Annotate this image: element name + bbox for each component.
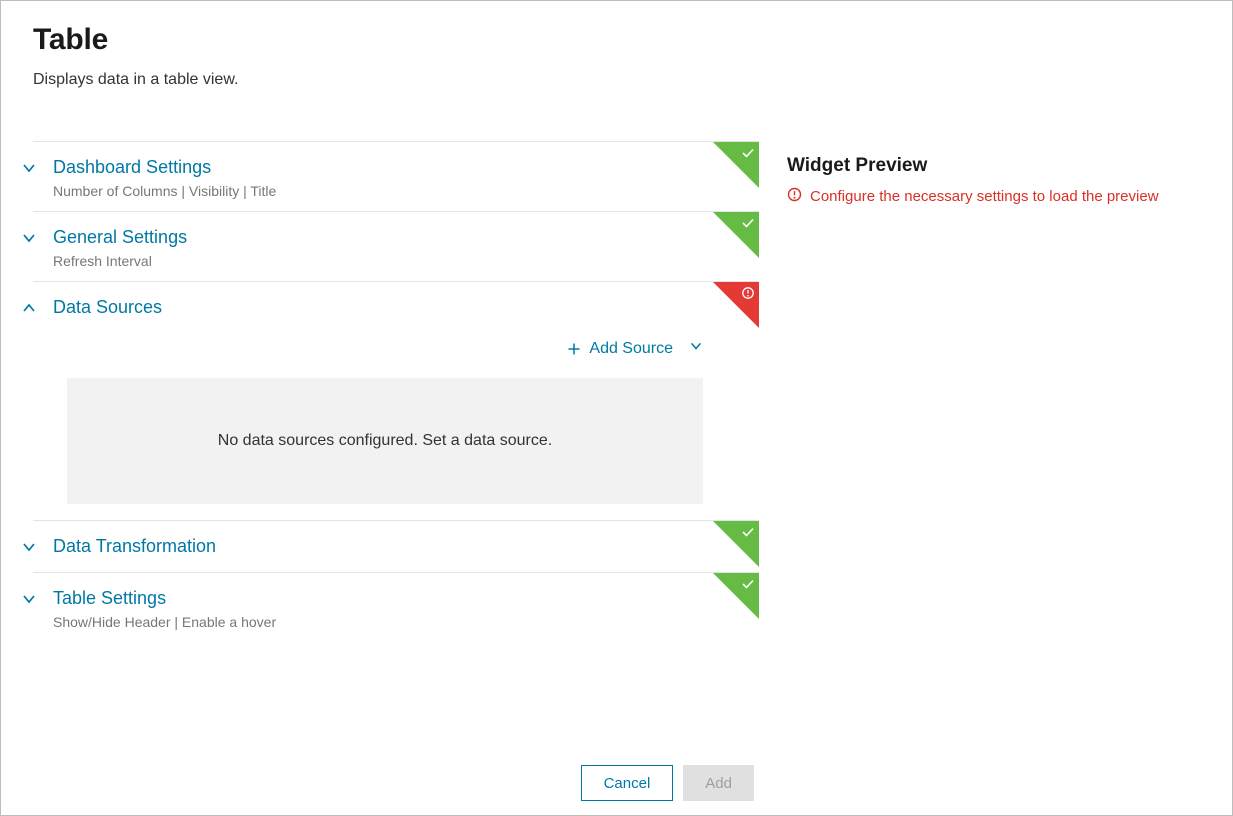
check-icon [741,146,755,160]
widget-preview-title: Widget Preview [787,155,1200,177]
check-icon [741,216,755,230]
section-data-sources: Data Sources Add Source [33,281,759,520]
check-icon [741,577,755,591]
section-title: General Settings [53,224,187,251]
section-data-transformation: Data Transformation [33,520,759,572]
warning-icon [787,187,802,206]
section-titles: General Settings Refresh Interval [53,224,187,269]
section-subtitle: Show/Hide Header | Enable a hover [53,614,276,630]
section-titles: Table Settings Show/Hide Header | Enable… [53,585,276,630]
plus-icon [567,342,581,356]
error-icon [741,286,755,300]
preview-column: Widget Preview Configure the necessary s… [787,23,1200,642]
section-dashboard-settings: Dashboard Settings Number of Columns | V… [33,141,759,211]
section-title: Data Transformation [53,533,216,560]
data-sources-body: Add Source No data sources configured. S… [33,321,759,508]
page-description: Displays data in a table view. [33,71,759,89]
section-subtitle: Number of Columns | Visibility | Title [53,183,276,199]
chevron-down-icon [21,591,37,607]
add-button: Add [683,765,754,801]
chevron-up-icon [21,300,37,316]
content-area: Table Displays data in a table view. Das… [1,1,1232,642]
section-toggle-table-settings[interactable]: Table Settings Show/Hide Header | Enable… [33,585,759,630]
section-titles: Data Sources [53,294,162,321]
section-toggle-data-sources[interactable]: Data Sources [33,294,759,321]
section-general-settings: General Settings Refresh Interval [33,211,759,281]
section-toggle-data-transformation[interactable]: Data Transformation [33,533,759,560]
chevron-down-icon [689,339,703,358]
dialog-window: Table Displays data in a table view. Das… [0,0,1233,816]
add-source-label: Add Source [589,340,673,358]
chevron-down-icon [21,539,37,555]
preview-warning: Configure the necessary settings to load… [787,187,1200,206]
chevron-down-icon [21,230,37,246]
status-badge-ok [713,212,759,258]
status-badge-ok [713,573,759,619]
settings-column: Table Displays data in a table view. Das… [33,23,759,642]
chevron-down-icon [21,160,37,176]
section-toggle-general[interactable]: General Settings Refresh Interval [33,224,759,269]
section-titles: Data Transformation [53,533,216,560]
status-badge-ok [713,521,759,567]
status-badge-error [713,282,759,328]
status-badge-ok [713,142,759,188]
section-subtitle: Refresh Interval [53,253,187,269]
preview-warning-text: Configure the necessary settings to load… [810,188,1159,205]
section-toggle-dashboard[interactable]: Dashboard Settings Number of Columns | V… [33,154,759,199]
section-table-settings: Table Settings Show/Hide Header | Enable… [33,572,759,642]
add-source-button[interactable]: Add Source [67,339,759,358]
cancel-button[interactable]: Cancel [581,765,674,801]
page-title: Table [33,23,759,57]
section-title: Dashboard Settings [53,154,276,181]
section-title: Table Settings [53,585,276,612]
section-titles: Dashboard Settings Number of Columns | V… [53,154,276,199]
dialog-footer: Cancel Add [581,765,754,801]
empty-message-text: No data sources configured. Set a data s… [218,432,552,450]
section-title: Data Sources [53,294,162,321]
check-icon [741,525,755,539]
empty-data-sources-message: No data sources configured. Set a data s… [67,378,703,504]
